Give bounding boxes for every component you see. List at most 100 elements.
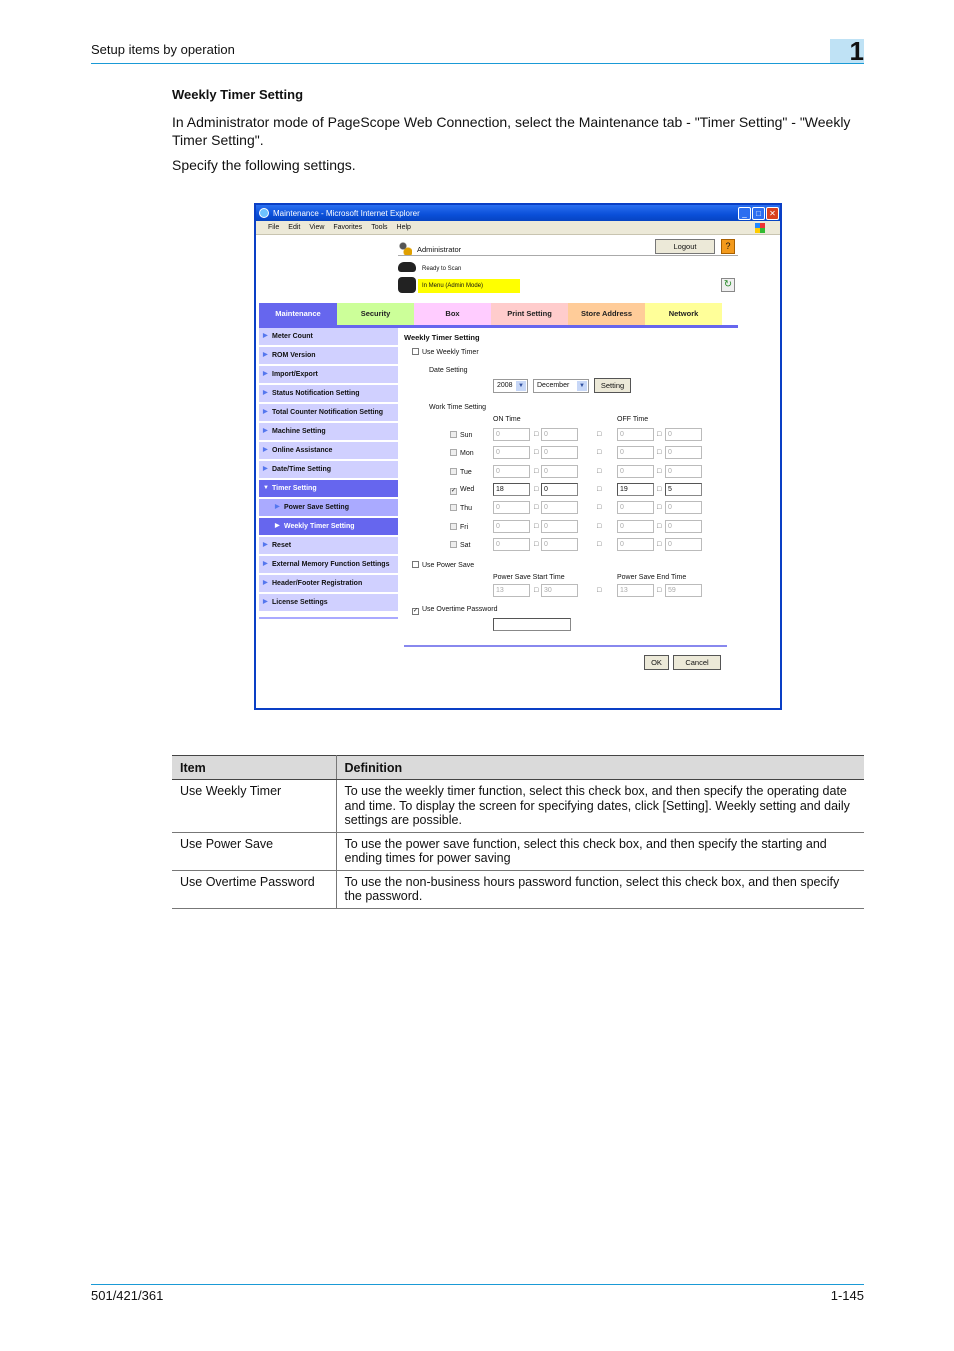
sidebar-item-label: Timer Setting [272, 485, 317, 492]
day-checkbox[interactable]: ✓ [450, 487, 457, 495]
range-separator: □ [597, 587, 602, 594]
sidebar-item-license-settings[interactable]: ▶ License Settings [259, 594, 398, 613]
sidebar-item-total-counter-notification[interactable]: ▶ Total Counter Notification Setting [259, 404, 398, 423]
tab-network[interactable]: Network [645, 303, 722, 325]
off-minute-input[interactable]: 0 [665, 501, 702, 515]
logout-button[interactable]: Logout [655, 239, 715, 254]
off-minute-input[interactable]: 0 [665, 537, 702, 551]
help-button[interactable]: ? [721, 239, 735, 254]
tab-store-address[interactable]: Store Address [568, 303, 645, 325]
off-minute-input[interactable]: 0 [665, 519, 702, 533]
sidebar-item-meter-count[interactable]: ▶ Meter Count [259, 328, 398, 347]
ok-button[interactable]: OK [644, 655, 669, 670]
day-checkbox[interactable] [450, 449, 457, 457]
menu-tools[interactable]: Tools [371, 224, 387, 231]
use-power-save-checkbox[interactable] [412, 561, 419, 568]
on-minute-input[interactable]: 0 [541, 482, 578, 496]
tab-maintenance[interactable]: Maintenance [259, 303, 337, 325]
off-hour-input[interactable]: 0 [617, 428, 654, 441]
time-separator: □ [534, 587, 539, 594]
arrow-right-icon: ▶ [263, 409, 268, 415]
off-hour-input[interactable]: 0 [617, 464, 654, 478]
form-heading: Weekly Timer Setting [404, 333, 480, 342]
power-save-end-hour[interactable]: 13 [617, 584, 654, 597]
on-minute-input[interactable]: 0 [541, 464, 578, 478]
column-header-definition: Definition [336, 755, 864, 780]
day-checkbox[interactable] [450, 522, 457, 530]
menu-file[interactable]: File [268, 224, 279, 231]
year-select[interactable]: 2008 ▼ [493, 379, 528, 393]
use-power-save-label: Use Power Save [422, 562, 475, 569]
power-save-start-minute[interactable]: 30 [541, 584, 578, 597]
off-minute-input[interactable]: 0 [665, 446, 702, 460]
menu-view[interactable]: View [309, 224, 324, 231]
sidebar-item-label: External Memory Function Settings [272, 561, 390, 568]
off-hour-input[interactable]: 0 [617, 501, 654, 515]
on-hour-input[interactable]: 0 [493, 428, 530, 441]
minimize-button[interactable]: _ [738, 206, 751, 220]
close-button[interactable]: ✕ [766, 206, 779, 220]
sidebar-item-weekly-timer-setting[interactable]: ▶ Weekly Timer Setting [259, 518, 398, 537]
on-minute-input[interactable]: 0 [541, 428, 578, 441]
menu-edit[interactable]: Edit [288, 224, 300, 231]
tab-print-setting[interactable]: Print Setting [491, 303, 568, 325]
sidebar-item-date-time-setting[interactable]: ▶ Date/Time Setting [259, 461, 398, 480]
tab-box[interactable]: Box [414, 303, 491, 325]
sidebar-item-header-footer[interactable]: ▶ Header/Footer Registration [259, 575, 398, 594]
refresh-button[interactable]: ↻ [721, 278, 735, 292]
off-minute-input[interactable]: 5 [665, 482, 702, 496]
time-separator: □ [657, 449, 662, 457]
on-hour-input[interactable]: 0 [493, 446, 530, 460]
sidebar-item-external-memory[interactable]: ▶ External Memory Function Settings [259, 556, 398, 575]
power-save-start-hour[interactable]: 13 [493, 584, 530, 597]
day-checkbox[interactable] [450, 467, 457, 475]
sidebar-item-reset[interactable]: ▶ Reset [259, 537, 398, 556]
arrow-right-icon: ▶ [263, 580, 268, 586]
sidebar-item-power-save-setting[interactable]: ▶ Power Save Setting [259, 499, 398, 518]
on-minute-input[interactable]: 0 [541, 537, 578, 551]
day-checkbox[interactable] [450, 540, 457, 548]
arrow-right-icon: ▶ [275, 523, 280, 529]
off-minute-input[interactable]: 0 [665, 428, 702, 441]
off-hour-input[interactable]: 0 [617, 446, 654, 460]
on-minute-input[interactable]: 0 [541, 446, 578, 460]
use-weekly-timer-checkbox[interactable] [412, 348, 419, 355]
sidebar-item-machine-setting[interactable]: ▶ Machine Setting [259, 423, 398, 442]
day-checkbox[interactable] [450, 504, 457, 512]
sidebar-item-label: Online Assistance [272, 447, 333, 454]
overtime-password-input[interactable] [493, 618, 571, 631]
on-time-label: ON Time [493, 416, 521, 423]
on-hour-input[interactable]: 0 [493, 501, 530, 515]
use-overtime-password-checkbox[interactable]: ✓ [412, 608, 419, 615]
month-select[interactable]: December ▼ [533, 379, 589, 393]
on-minute-input[interactable]: 0 [541, 501, 578, 515]
tab-bar: Maintenance Security Box Print Setting S… [259, 303, 722, 325]
sidebar-item-import-export[interactable]: ▶ Import/Export [259, 366, 398, 385]
range-separator: □ [597, 485, 602, 493]
on-hour-input[interactable]: 18 [493, 482, 530, 496]
off-minute-input[interactable]: 0 [665, 464, 702, 478]
sidebar-item-status-notification[interactable]: ▶ Status Notification Setting [259, 385, 398, 404]
definition-table: Item Definition Use Weekly Timer To use … [172, 755, 864, 909]
sidebar-item-timer-setting[interactable]: ▼ Timer Setting [259, 480, 398, 499]
menu-favorites[interactable]: Favorites [333, 224, 362, 231]
on-minute-input[interactable]: 0 [541, 519, 578, 533]
day-label: Fri [460, 523, 469, 531]
maximize-button[interactable]: □ [752, 206, 765, 220]
cancel-button[interactable]: Cancel [673, 655, 721, 670]
sidebar-item-rom-version[interactable]: ▶ ROM Version [259, 347, 398, 366]
tab-security[interactable]: Security [337, 303, 414, 325]
date-setting-button[interactable]: Setting [594, 378, 631, 393]
on-hour-input[interactable]: 0 [493, 464, 530, 478]
day-label-row: Mon [450, 449, 474, 457]
day-checkbox[interactable] [450, 431, 457, 438]
section-title: Setup items by operation [91, 42, 235, 57]
power-save-end-minute[interactable]: 59 [665, 584, 702, 597]
on-hour-input[interactable]: 0 [493, 537, 530, 551]
sidebar-item-online-assistance[interactable]: ▶ Online Assistance [259, 442, 398, 461]
off-hour-input[interactable]: 0 [617, 537, 654, 551]
off-hour-input[interactable]: 19 [617, 482, 654, 496]
menu-help[interactable]: Help [397, 224, 411, 231]
on-hour-input[interactable]: 0 [493, 519, 530, 533]
off-hour-input[interactable]: 0 [617, 519, 654, 533]
